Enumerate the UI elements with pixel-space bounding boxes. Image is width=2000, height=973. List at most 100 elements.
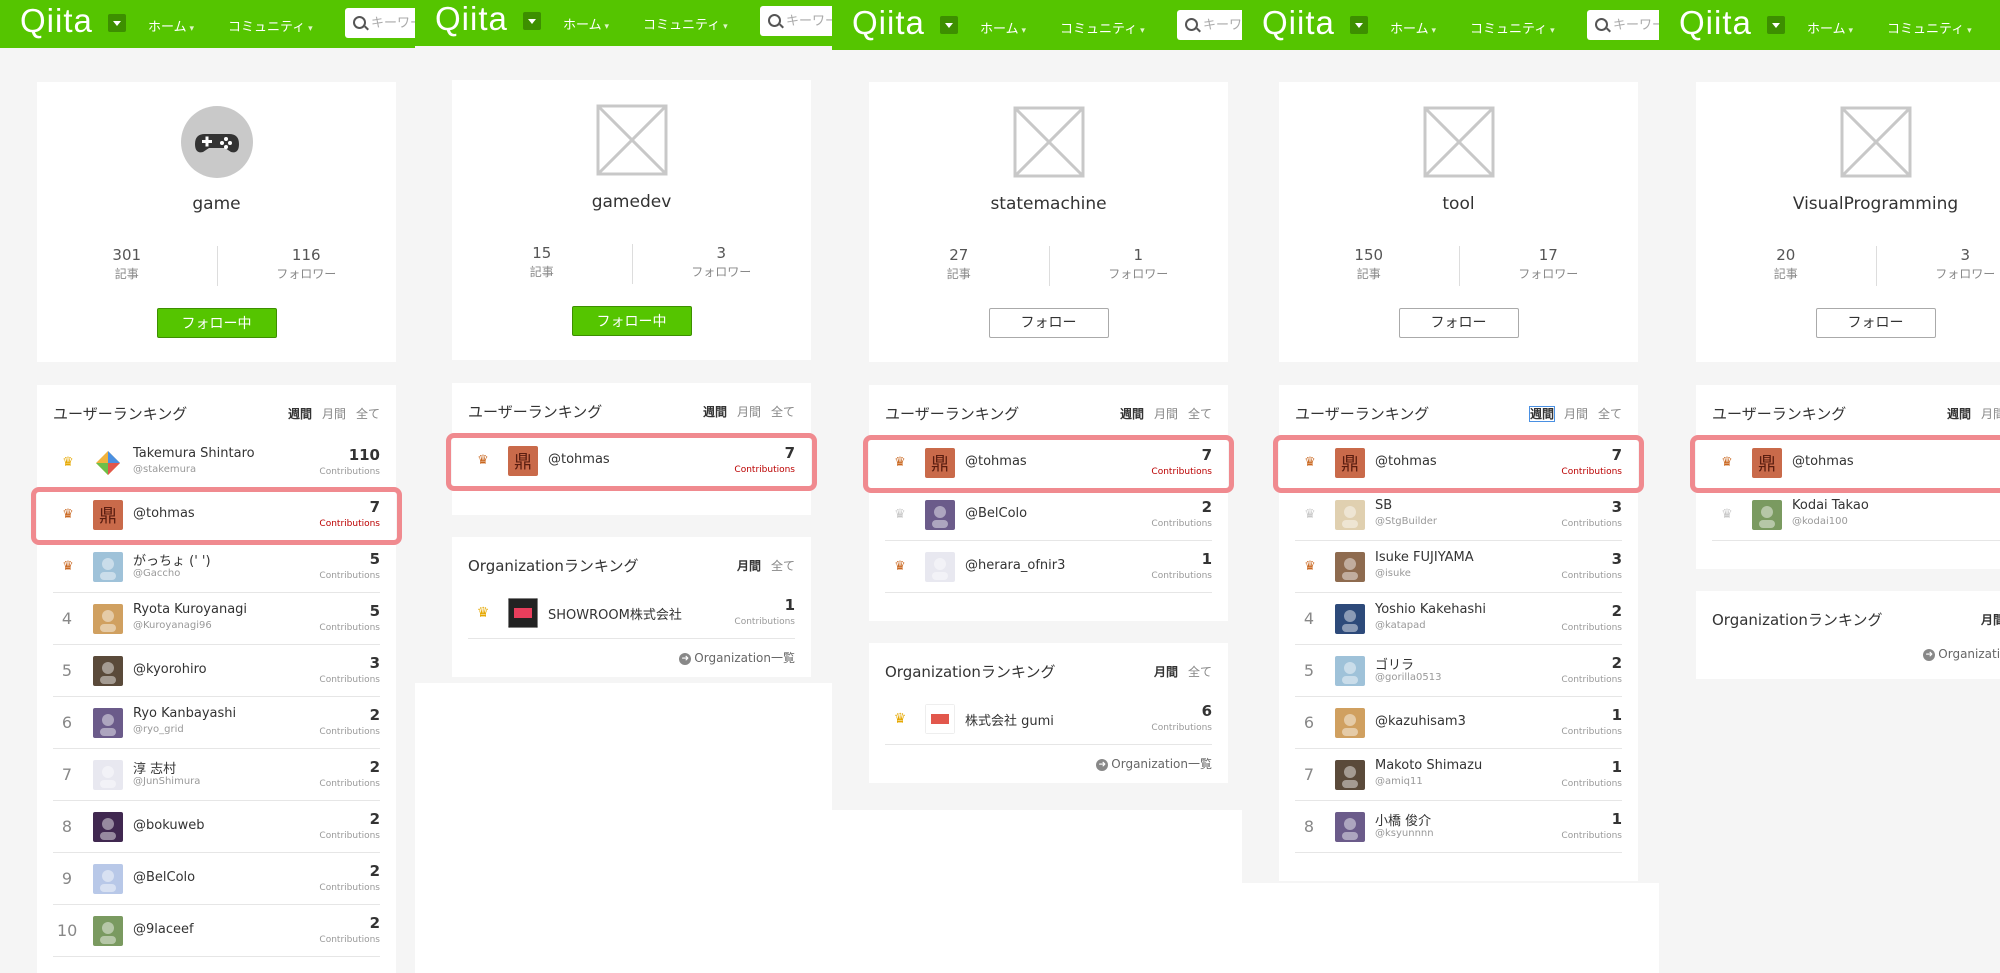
user-id[interactable]: @Gaccho <box>133 568 180 579</box>
user-avatar[interactable] <box>1752 500 1782 530</box>
user-avatar[interactable] <box>1335 604 1365 634</box>
user-avatar[interactable] <box>93 604 123 634</box>
user-id[interactable]: @stakemura <box>133 464 196 475</box>
articles-stat[interactable]: 20 記事 <box>1696 246 1876 282</box>
ranking-row[interactable]: 8 @bokuweb 2 Contributions <box>53 801 380 853</box>
user-avatar[interactable] <box>1335 708 1365 738</box>
user-id[interactable]: @ryo_grid <box>133 724 184 735</box>
logo-menu-icon[interactable] <box>1350 16 1368 34</box>
org-list-link[interactable]: Organization一覧 <box>1096 755 1212 772</box>
logo-menu-icon[interactable] <box>1767 16 1785 34</box>
ranking-row[interactable]: ♛ Takemura Shintaro @stakemura 110 Contribut… <box>53 437 380 489</box>
ranking-row[interactable]: 6 @kazuhisam3 1 Contributions <box>1295 697 1622 749</box>
tab-all[interactable]: 全て <box>771 559 795 573</box>
ranking-row[interactable]: 10 @9laceef 2 Contributions <box>53 905 380 957</box>
ranking-row[interactable]: ♛ Kodai Takao @kodai100 <box>1712 489 2000 541</box>
ranking-row[interactable]: ♛ がっちょ (' ') @Gaccho 5 Contributions <box>53 541 380 593</box>
user-name[interactable]: @herara_ofnir3 <box>965 558 1065 573</box>
ranking-row[interactable]: ♛ @BelColo 2 Contributions <box>885 489 1212 541</box>
tab-weekly[interactable]: 週間 <box>1947 407 1971 421</box>
user-id[interactable]: @katapad <box>1375 620 1426 631</box>
user-name[interactable]: @kazuhisam3 <box>1375 714 1466 729</box>
ranking-row[interactable]: 7 Makoto Shimazu @amiq11 1 Contributions <box>1295 749 1622 801</box>
tab-monthly[interactable]: 月間 <box>737 559 761 573</box>
user-name[interactable]: @BelColo <box>133 870 195 885</box>
ranking-row[interactable]: ♛ Isuke FUJIYAMA @isuke 3 Contributions <box>1295 541 1622 593</box>
user-name[interactable]: @kyorohiro <box>133 662 207 677</box>
tab-weekly[interactable]: 週間 <box>288 407 312 421</box>
user-name[interactable]: Yoshio Kakehashi <box>1375 602 1486 617</box>
ranking-row[interactable]: 4 Ryota Kuroyanagi @Kuroyanagi96 5 Contribut… <box>53 593 380 645</box>
org-logo[interactable] <box>508 598 538 628</box>
user-avatar[interactable] <box>1335 656 1365 686</box>
user-id[interactable]: @StgBuilder <box>1375 516 1437 527</box>
user-name[interactable]: Makoto Shimazu <box>1375 758 1482 773</box>
user-avatar[interactable] <box>93 812 123 842</box>
user-name[interactable]: @BelColo <box>965 506 1027 521</box>
tab-all[interactable]: 全て <box>1188 665 1212 679</box>
tab-all[interactable]: 全て <box>1188 407 1212 421</box>
org-name[interactable]: SHOWROOM株式会社 <box>548 604 682 623</box>
search-input[interactable] <box>1203 10 1242 40</box>
ranking-row[interactable]: ♛ @herara_ofnir3 1 Contributions <box>885 541 1212 593</box>
tab-monthly[interactable]: 月間 <box>1981 613 2000 627</box>
ranking-row[interactable]: 5 ゴリラ @gorilla0513 2 Contributions <box>1295 645 1622 697</box>
user-avatar[interactable] <box>925 552 955 582</box>
user-id[interactable]: @gorilla0513 <box>1375 672 1442 683</box>
tab-weekly[interactable]: 週間 <box>1528 406 1555 422</box>
nav-home[interactable]: ホーム <box>1390 18 1436 37</box>
user-name[interactable]: Kodai Takao <box>1792 498 1869 513</box>
user-avatar[interactable] <box>93 760 123 790</box>
logo-menu-icon[interactable] <box>108 14 126 32</box>
user-avatar[interactable] <box>93 448 123 478</box>
user-name[interactable]: Isuke FUJIYAMA <box>1375 550 1474 565</box>
search-input[interactable] <box>1613 10 1659 40</box>
user-avatar[interactable] <box>93 916 123 946</box>
logo-menu-icon[interactable] <box>523 12 541 30</box>
user-avatar[interactable] <box>1335 552 1365 582</box>
user-id[interactable]: @amiq11 <box>1375 776 1423 787</box>
tab-monthly[interactable]: 月間 <box>1154 407 1178 421</box>
ranking-row[interactable]: 7 淳 志村 @JunShimura 2 Contributions <box>53 749 380 801</box>
ranking-row[interactable]: ♛ SB @StgBuilder 3 Contributions <box>1295 489 1622 541</box>
qiita-logo[interactable]: Qiita <box>1679 4 1752 42</box>
user-name[interactable]: @9laceef <box>133 922 194 937</box>
user-avatar[interactable] <box>1335 760 1365 790</box>
tab-monthly[interactable]: 月間 <box>1154 665 1178 679</box>
search-box[interactable] <box>345 8 415 38</box>
ranking-row[interactable]: 8 小橋 俊介 @ksyunnnn 1 Contributions <box>1295 801 1622 853</box>
org-logo[interactable] <box>925 704 955 734</box>
user-avatar[interactable] <box>93 656 123 686</box>
ranking-row[interactable]: 5 @kyorohiro 3 Contributions <box>53 645 380 697</box>
follow-button[interactable]: フォロー <box>1398 308 1519 338</box>
nav-home[interactable]: ホーム <box>563 14 609 33</box>
followers-stat[interactable]: 3 フォロワー <box>632 244 812 280</box>
user-avatar[interactable] <box>93 552 123 582</box>
nav-home[interactable]: ホーム <box>148 16 194 35</box>
user-avatar[interactable] <box>93 708 123 738</box>
qiita-logo[interactable]: Qiita <box>852 4 925 42</box>
articles-stat[interactable]: 15 記事 <box>452 244 632 280</box>
user-avatar[interactable] <box>925 500 955 530</box>
tab-monthly[interactable]: 月間 <box>322 407 346 421</box>
qiita-logo[interactable]: Qiita <box>20 2 93 40</box>
followers-stat[interactable]: 17 フォロワー <box>1459 246 1639 282</box>
qiita-logo[interactable]: Qiita <box>1262 4 1335 42</box>
user-name[interactable]: 淳 志村 <box>133 758 176 777</box>
user-name[interactable]: Ryota Kuroyanagi <box>133 602 247 617</box>
articles-stat[interactable]: 150 記事 <box>1279 246 1459 282</box>
search-box[interactable] <box>1177 10 1242 40</box>
user-name[interactable]: Takemura Shintaro <box>133 446 255 461</box>
user-id[interactable]: @JunShimura <box>133 776 200 787</box>
logo-menu-icon[interactable] <box>940 16 958 34</box>
user-name[interactable]: SB <box>1375 498 1392 513</box>
tab-monthly[interactable]: 月間 <box>1564 407 1588 421</box>
tab-monthly[interactable]: 月間 <box>1981 407 2000 421</box>
user-avatar[interactable] <box>93 864 123 894</box>
nav-community[interactable]: コミュニティ <box>1887 18 1972 37</box>
followers-stat[interactable]: 1 フォロワー <box>1049 246 1229 282</box>
user-name[interactable]: がっちょ (' ') <box>133 550 211 569</box>
nav-community[interactable]: コミュニティ <box>643 14 728 33</box>
org-list-link[interactable]: Organization一覧 <box>1923 645 2000 662</box>
ranking-row[interactable]: 4 Yoshio Kakehashi @katapad 2 Contributions <box>1295 593 1622 645</box>
